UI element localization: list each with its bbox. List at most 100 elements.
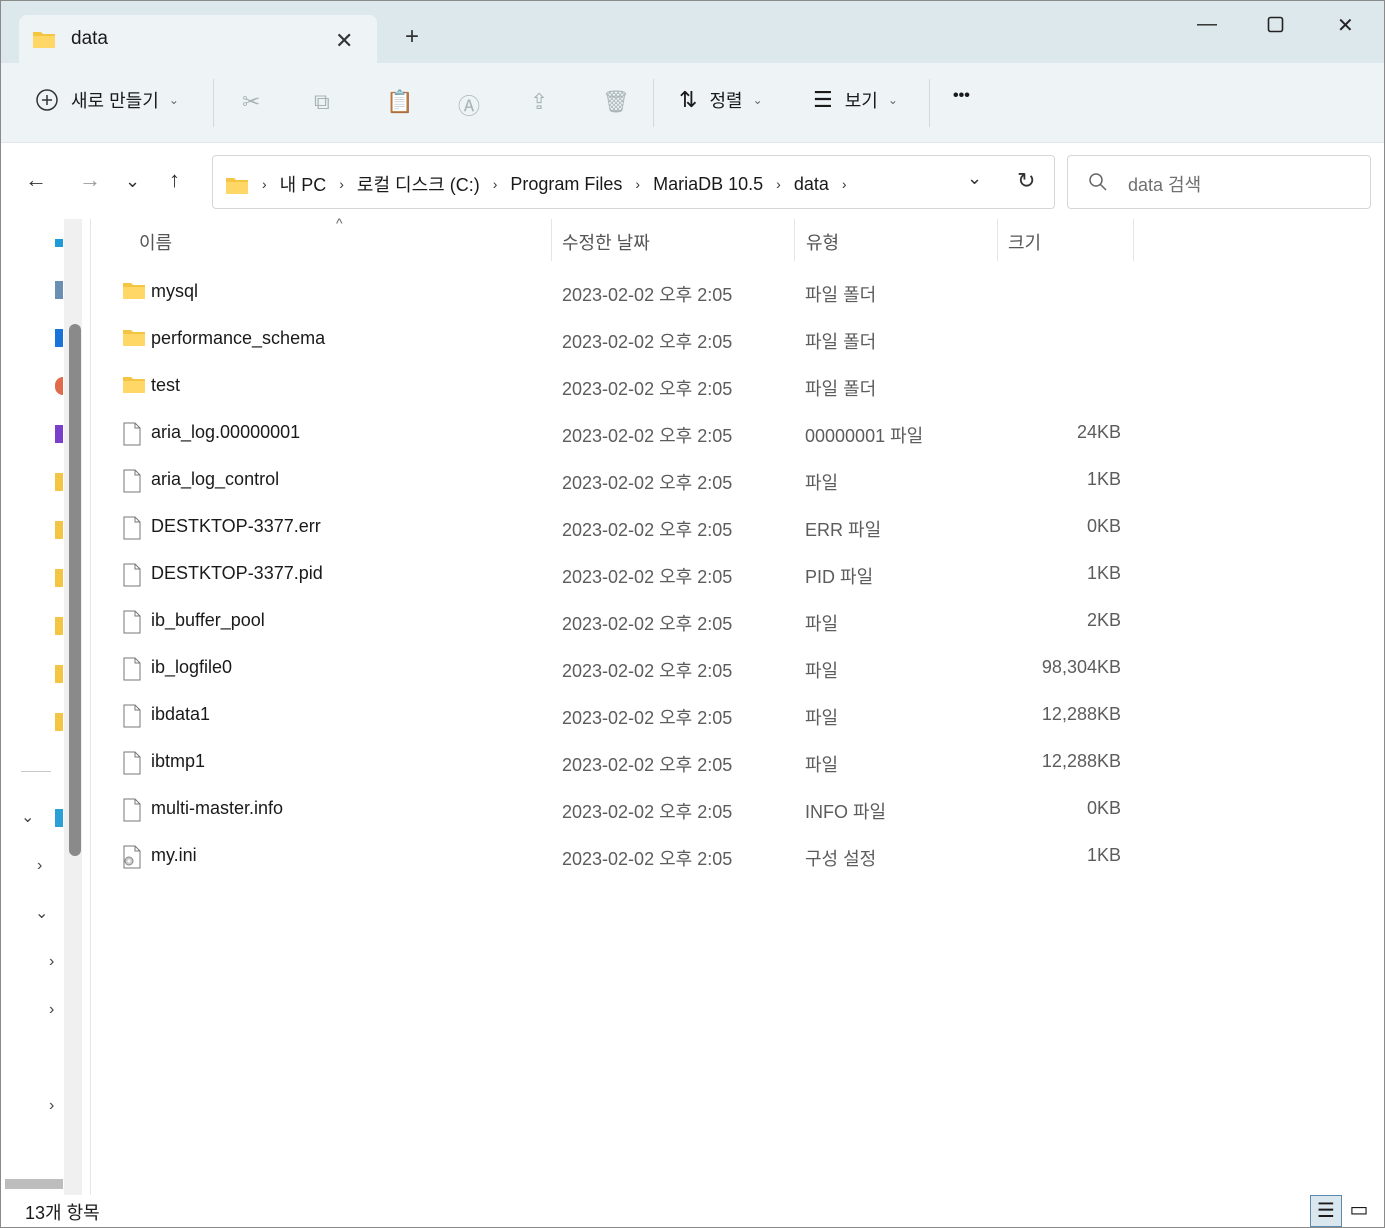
sort-button[interactable]: ⇅ 정렬 ⌄ — [679, 87, 763, 113]
breadcrumb-separator-icon[interactable]: › — [493, 176, 498, 192]
file-row[interactable]: DESTKTOP-3377.err 2023-02-02 오후 2:05 ERR 파… — [92, 504, 1384, 551]
expand-chevron-down-icon[interactable]: ⌄ — [21, 807, 34, 827]
back-arrow-icon[interactable]: ← — [25, 167, 47, 193]
file-type: 파일 — [805, 661, 839, 681]
folder-icon[interactable] — [55, 713, 63, 731]
file-row[interactable]: ibtmp1 2023-02-02 오후 2:05 파일 12,288KB — [92, 739, 1384, 786]
navigation-bar: ← → ⌄ ↑ › 내 PC › 로컬 디스크 (C:) › Program F… — [1, 143, 1384, 219]
column-header-type[interactable]: 유형 — [806, 229, 839, 255]
column-header-modified[interactable]: 수정한 날짜 — [562, 229, 650, 255]
breadcrumb-separator-icon[interactable]: › — [262, 176, 267, 192]
breadcrumb-item[interactable]: MariaDB 10.5 — [653, 174, 763, 195]
forward-arrow-icon[interactable]: → — [79, 167, 101, 193]
breadcrumb-separator-icon[interactable]: › — [776, 176, 781, 192]
new-button[interactable]: 새로 만들기 ⌄ — [35, 87, 179, 113]
more-options-button[interactable]: ••• — [953, 87, 970, 105]
videos-icon[interactable] — [55, 425, 63, 443]
folder-icon[interactable] — [55, 617, 63, 635]
file-row[interactable]: test 2023-02-02 오후 2:05 파일 폴더 — [92, 363, 1384, 410]
copy-icon[interactable]: ⧉ — [314, 89, 330, 115]
details-view-button[interactable]: ☰ — [1310, 1195, 1342, 1227]
item-count: 13개 항목 — [25, 1203, 100, 1223]
file-row[interactable]: aria_log_control 2023-02-02 오후 2:05 파일 1KB — [92, 457, 1384, 504]
file-type: 00000001 파일 — [805, 426, 924, 446]
file-row[interactable]: mysql 2023-02-02 오후 2:05 파일 폴더 — [92, 269, 1384, 316]
file-row[interactable]: multi-master.info 2023-02-02 오후 2:05 INFO … — [92, 786, 1384, 833]
tab-close-icon[interactable]: ✕ — [335, 28, 353, 54]
expand-chevron-right-icon[interactable]: › — [49, 953, 54, 971]
breadcrumb-separator-icon[interactable]: › — [339, 176, 344, 192]
maximize-button[interactable] — [1267, 13, 1285, 40]
view-button[interactable]: ☰ 보기 ⌄ — [813, 87, 898, 113]
expand-chevron-right-icon[interactable]: › — [37, 857, 42, 875]
file-size: 2KB — [1086, 610, 1121, 630]
file-row[interactable]: ib_logfile0 2023-02-02 오후 2:05 파일 98,304KB — [92, 645, 1384, 692]
breadcrumb-item[interactable]: Program Files — [510, 174, 622, 195]
breadcrumb-separator-icon[interactable]: › — [842, 176, 847, 192]
rename-icon[interactable]: Ⓐ — [458, 89, 480, 121]
address-bar[interactable]: › 내 PC › 로컬 디스크 (C:) › Program Files › M… — [212, 155, 1055, 209]
file-modified: 2023-02-02 오후 2:05 — [562, 708, 733, 728]
file-name: test — [151, 375, 181, 395]
column-header-size[interactable]: 크기 — [1008, 229, 1041, 255]
tab-data[interactable]: data ✕ — [19, 15, 377, 63]
file-name: DESTKTOP-3377.pid — [151, 563, 323, 583]
file-row[interactable]: ibdata1 2023-02-02 오후 2:05 파일 12,288KB — [92, 692, 1384, 739]
file-size: 98,304KB — [1041, 657, 1121, 677]
file-row[interactable]: aria_log.00000001 2023-02-02 오후 2:05 00000… — [92, 410, 1384, 457]
folder-icon[interactable] — [55, 569, 63, 587]
file-row[interactable]: DESTKTOP-3377.pid 2023-02-02 오후 2:05 PID 파… — [92, 551, 1384, 598]
file-size: 1KB — [1086, 845, 1121, 865]
recent-locations-chevron-icon[interactable]: ⌄ — [125, 171, 140, 192]
this-pc-icon[interactable] — [55, 809, 63, 827]
folder-icon[interactable] — [55, 521, 63, 539]
file-name: DESTKTOP-3377.err — [151, 516, 321, 536]
navigation-pane-hscrollbar[interactable] — [5, 1179, 63, 1189]
navigation-pane-scroll-thumb[interactable] — [69, 324, 81, 856]
share-icon[interactable]: ⇪ — [530, 89, 548, 115]
breadcrumb: › 내 PC › 로컬 디스크 (C:) › Program Files › M… — [225, 171, 860, 197]
quick-access-icon[interactable] — [55, 239, 63, 247]
search-box[interactable]: data 검색 — [1067, 155, 1371, 209]
refresh-icon[interactable]: ↻ — [1017, 168, 1035, 194]
column-divider[interactable] — [997, 219, 998, 261]
expand-chevron-down-icon[interactable]: ⌄ — [35, 903, 48, 923]
desktop-icon[interactable] — [55, 281, 63, 299]
column-header-name[interactable]: 이름 — [139, 229, 172, 255]
breadcrumb-item[interactable]: data — [794, 174, 829, 195]
column-divider[interactable] — [1133, 219, 1134, 261]
breadcrumb-item[interactable]: 로컬 디스크 (C:) — [357, 171, 480, 197]
file-icon — [122, 704, 142, 733]
breadcrumb-item[interactable]: 내 PC — [280, 171, 327, 197]
file-modified: 2023-02-02 오후 2:05 — [562, 520, 733, 540]
new-tab-button[interactable]: + — [405, 23, 419, 51]
file-type: 구성 설정 — [805, 849, 877, 869]
column-divider[interactable] — [794, 219, 795, 261]
cut-icon[interactable]: ✂ — [242, 89, 260, 115]
paste-icon[interactable]: 📋 — [386, 89, 413, 115]
file-row[interactable]: performance_schema 2023-02-02 오후 2:05 파일 폴… — [92, 316, 1384, 363]
tiles-view-button[interactable]: ▭ — [1343, 1195, 1375, 1227]
search-icon — [1089, 173, 1107, 191]
file-row[interactable]: my.ini 2023-02-02 오후 2:05 구성 설정 1KB — [92, 833, 1384, 880]
navigation-pane: ⌄ › ⌄ › › › — [1, 219, 91, 1195]
search-input[interactable]: data 검색 — [1128, 171, 1201, 197]
file-size: 1KB — [1086, 563, 1121, 583]
file-name: mysql — [151, 281, 199, 301]
breadcrumb-separator-icon[interactable]: › — [635, 176, 640, 192]
downloads-icon[interactable] — [55, 329, 63, 347]
folder-icon[interactable] — [55, 665, 63, 683]
music-icon[interactable] — [55, 377, 63, 395]
close-window-button[interactable]: ✕ — [1337, 13, 1354, 38]
expand-chevron-right-icon[interactable]: › — [49, 1001, 54, 1019]
column-divider[interactable] — [551, 219, 552, 261]
folder-icon[interactable] — [55, 473, 63, 491]
minimize-button[interactable]: — — [1197, 13, 1217, 36]
file-size: 0KB — [1086, 798, 1121, 818]
delete-icon[interactable]: 🗑 — [602, 89, 630, 115]
file-modified: 2023-02-02 오후 2:05 — [562, 567, 733, 587]
expand-chevron-right-icon[interactable]: › — [49, 1097, 54, 1115]
file-row[interactable]: ib_buffer_pool 2023-02-02 오후 2:05 파일 2KB — [92, 598, 1384, 645]
up-arrow-icon[interactable]: ↑ — [169, 167, 180, 193]
address-history-chevron-icon[interactable]: ⌄ — [967, 168, 982, 189]
